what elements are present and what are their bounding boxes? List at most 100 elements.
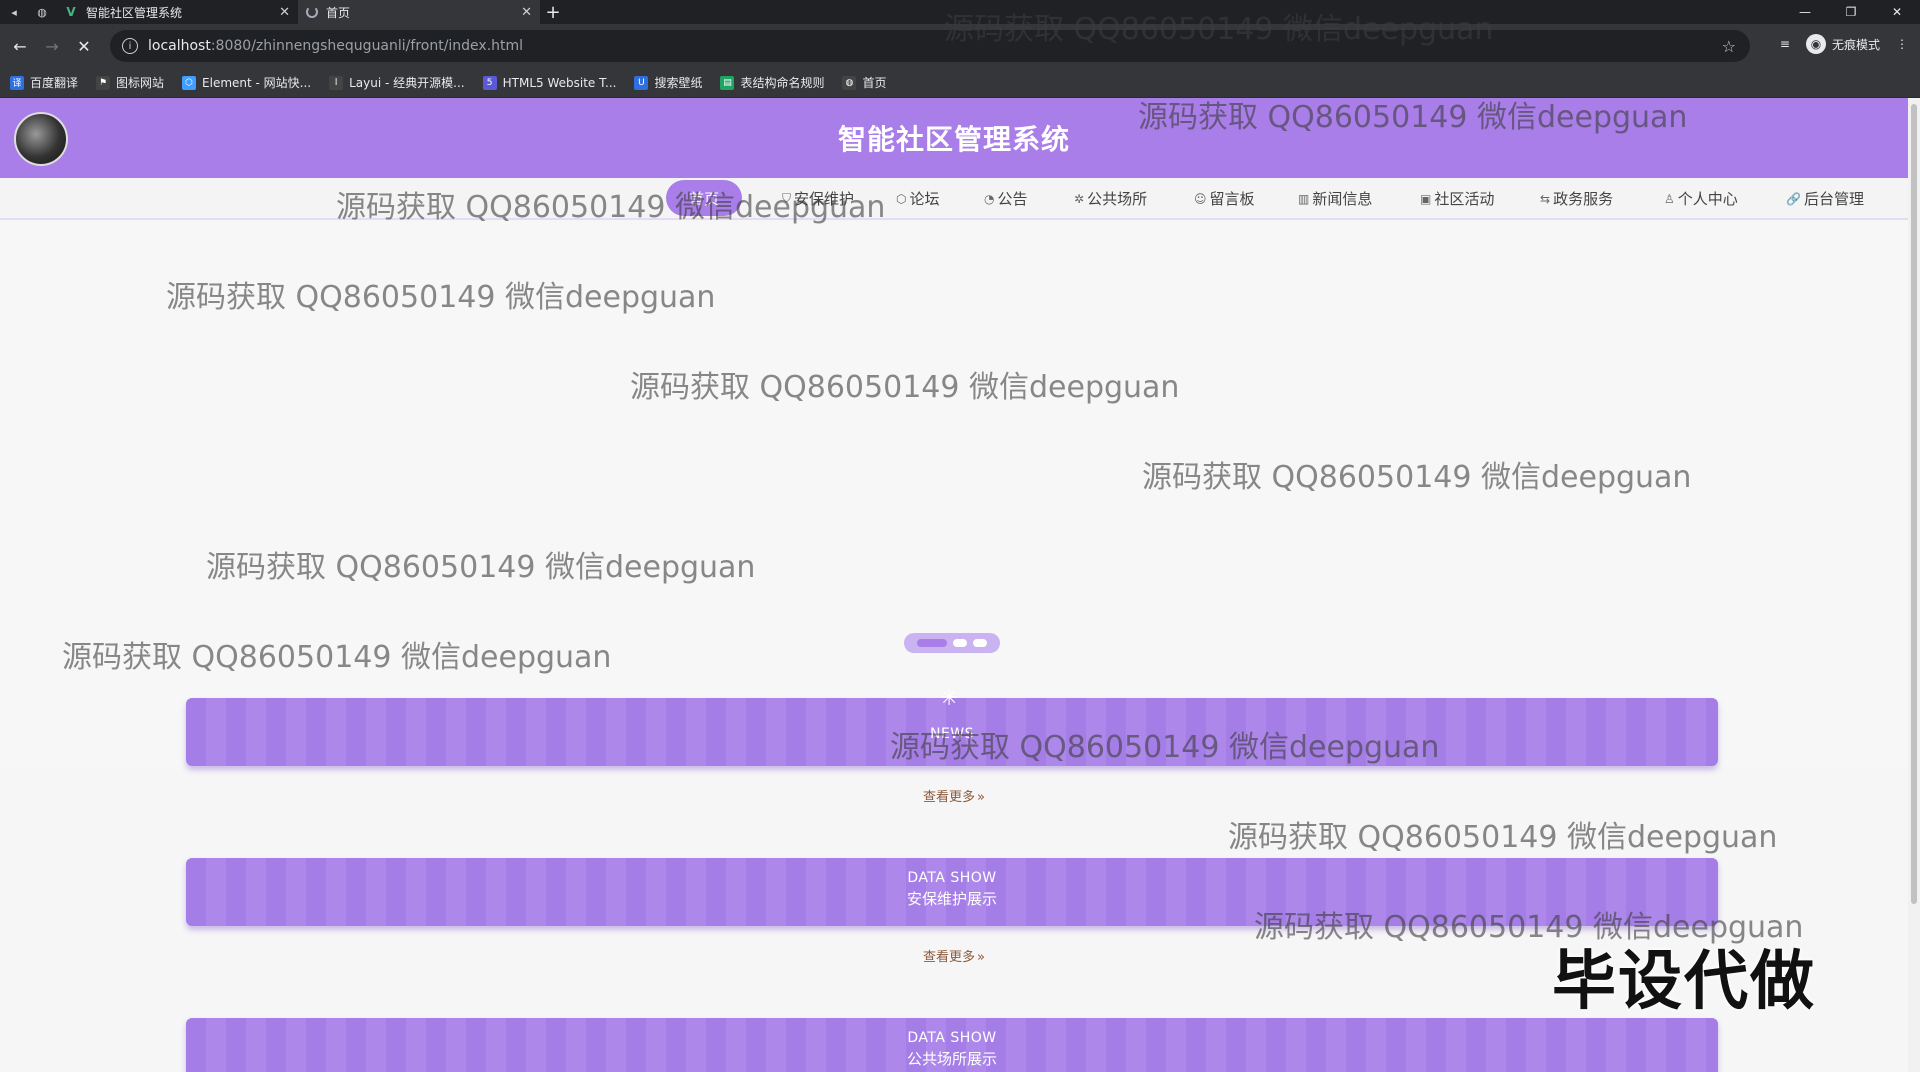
link-icon: 🔗 bbox=[1786, 191, 1801, 206]
nav-item-message-board[interactable]: ☺ 留言板 bbox=[1194, 188, 1255, 209]
url-host: localhost bbox=[148, 38, 211, 54]
menu-kebab-icon[interactable]: ⋮ bbox=[1896, 37, 1908, 51]
loading-spinner-icon bbox=[306, 6, 318, 18]
bookmark-item[interactable]: ▤ 表结构命名规则 bbox=[720, 74, 824, 91]
watermark-text: 源码获取 QQ86050149 微信deepguan bbox=[630, 370, 1180, 405]
main-nav: 首页 ⛉ 安保维护 ⬡ 论坛 ◔ 公告 ✲ 公共场所 ☺ 留言板 ▥ 新闻信息 ▣ 社区活动 … bbox=[0, 178, 1908, 220]
nav-label: 后台管理 bbox=[1803, 190, 1864, 208]
table-icon: ▤ bbox=[720, 75, 735, 90]
globe-icon: ◍ bbox=[37, 5, 47, 19]
incognito-icon: ◉ bbox=[1805, 34, 1826, 54]
scrollbar-thumb[interactable] bbox=[1911, 104, 1917, 904]
reading-list-icon[interactable]: ≡ bbox=[1780, 37, 1790, 51]
nav-label: 新闻信息 bbox=[1312, 190, 1373, 208]
bookmark-label: Element - 网站快... bbox=[202, 76, 312, 90]
new-tab-button[interactable]: + bbox=[540, 0, 566, 24]
watermark-text: 源码获取 QQ86050149 微信deepguan bbox=[336, 190, 886, 225]
stop-loading-icon[interactable]: ✕ bbox=[68, 30, 100, 62]
carousel-dot[interactable] bbox=[953, 639, 967, 647]
watermark-text: 源码获取 QQ86050149 微信deepguan bbox=[1138, 100, 1688, 135]
carousel-dot[interactable] bbox=[917, 639, 947, 647]
element-logo-icon: ⬡ bbox=[182, 75, 197, 90]
bookmark-label: 百度翻译 bbox=[30, 76, 79, 90]
nav-item-notice[interactable]: ◔ 公告 bbox=[984, 188, 1028, 209]
bookmark-item[interactable]: U 搜索壁纸 bbox=[634, 74, 702, 91]
section-title-zh: 公共场所展示 bbox=[906, 1050, 997, 1068]
nav-item-admin[interactable]: 🔗 后台管理 bbox=[1786, 188, 1864, 209]
bookmark-favicon-icon: 译 bbox=[10, 75, 24, 90]
incognito-indicator[interactable]: ◉ 无痕模式 bbox=[1805, 34, 1880, 54]
url-bar[interactable]: i localhost:8080/zhinnengshequguanli/fro… bbox=[110, 30, 1750, 62]
bookmark-item[interactable]: l Layui - 经典开源模... bbox=[329, 74, 465, 91]
message-icon: ☺ bbox=[1194, 191, 1207, 206]
back-icon[interactable]: ← bbox=[4, 30, 36, 62]
url-path: :8080/zhinnengshequguanli/front/index.ht… bbox=[210, 38, 524, 54]
watermark-text: 源码获取 QQ86050149 微信deepguan bbox=[166, 280, 716, 315]
close-tab-icon[interactable]: ✕ bbox=[521, 5, 532, 20]
loading-spinner-icon: ✳ bbox=[940, 686, 959, 711]
close-tab-icon[interactable]: ✕ bbox=[279, 5, 290, 20]
minimize-icon[interactable]: — bbox=[1782, 0, 1828, 24]
bookmark-star-icon[interactable]: ☆ bbox=[1722, 37, 1736, 56]
bookmark-label: 首页 bbox=[862, 76, 887, 90]
html5-icon: 5 bbox=[482, 75, 497, 90]
browser-tab[interactable]: V 智能社区管理系统 ✕ bbox=[56, 0, 298, 24]
bookmark-item[interactable]: ⚑ 图标网站 bbox=[96, 74, 164, 91]
watermark-text: 源码获取 QQ86050149 微信deepguan bbox=[1228, 820, 1778, 855]
bookmark-item[interactable]: 译百度翻译 bbox=[10, 74, 78, 91]
promo-stamp-text: 毕设代做 bbox=[1552, 945, 1816, 1019]
nav-item-forum[interactable]: ⬡ 论坛 bbox=[896, 188, 940, 209]
nav-label: 论坛 bbox=[909, 190, 940, 208]
watermark-text: 源码获取 QQ86050149 微信deepguan bbox=[890, 730, 1440, 765]
watermark-text: 源码获取 QQ86050149 微信deepguan bbox=[206, 550, 756, 585]
wallpaper-icon: U bbox=[634, 75, 649, 90]
bookmark-item[interactable]: ◍ 首页 bbox=[842, 74, 887, 91]
nav-item-personal-center[interactable]: ♙ 个人中心 bbox=[1664, 188, 1738, 209]
nav-label: 留言板 bbox=[1209, 190, 1255, 208]
incognito-label: 无痕模式 bbox=[1831, 37, 1880, 52]
bookmark-item[interactable]: ⬡ Element - 网站快... bbox=[182, 74, 311, 91]
carousel-indicators bbox=[904, 633, 1000, 653]
news-icon: ▥ bbox=[1298, 191, 1310, 206]
site-info-icon[interactable]: i bbox=[122, 38, 138, 54]
page-scrollbar[interactable] bbox=[1908, 98, 1920, 1072]
notice-icon: ◔ bbox=[984, 191, 995, 206]
nav-label: 公共场所 bbox=[1087, 190, 1148, 208]
service-icon: ⇆ bbox=[1540, 191, 1551, 206]
tab-search-icon[interactable]: ◂ bbox=[0, 0, 28, 24]
double-chevron-icon: » bbox=[977, 950, 985, 965]
globe-icon: ◍ bbox=[842, 75, 857, 90]
toolbar-right: ≡ ◉ 无痕模式 ⋮ bbox=[1780, 34, 1908, 54]
carousel-dot[interactable] bbox=[973, 639, 987, 647]
watermark-text: 源码获取 QQ86050149 微信deepguan bbox=[944, 12, 1494, 47]
nav-item-news[interactable]: ▥ 新闻信息 bbox=[1298, 188, 1372, 209]
nav-item-gov-services[interactable]: ⇆ 政务服务 bbox=[1540, 188, 1613, 209]
watermark-text: 源码获取 QQ86050149 微信deepguan bbox=[62, 640, 612, 675]
view-more-link[interactable]: 查看更多» bbox=[0, 786, 1908, 805]
window-controls: — ❐ ✕ bbox=[1782, 0, 1920, 24]
tab-title: 智能社区管理系统 bbox=[86, 5, 183, 20]
layui-logo-icon: l bbox=[329, 75, 344, 90]
restore-icon[interactable]: ❐ bbox=[1828, 0, 1874, 24]
vue-icon: V bbox=[66, 5, 76, 19]
nav-item-activities[interactable]: ▣ 社区活动 bbox=[1420, 188, 1494, 209]
bookmark-label: 图标网站 bbox=[116, 76, 165, 90]
forum-icon: ⬡ bbox=[896, 191, 907, 206]
nav-label: 个人中心 bbox=[1677, 190, 1738, 208]
watermark-text: 源码获取 QQ86050149 微信deepguan bbox=[1142, 460, 1692, 495]
close-window-icon[interactable]: ✕ bbox=[1874, 0, 1920, 24]
tab-title: 首页 bbox=[326, 5, 351, 20]
bookmark-item[interactable]: 5 HTML5 Website T... bbox=[482, 75, 616, 90]
user-icon: ♙ bbox=[1664, 191, 1675, 206]
section-title-en: DATA SHOW bbox=[907, 1030, 997, 1046]
view-more-label: 查看更多 bbox=[923, 950, 976, 965]
nav-label: 政务服务 bbox=[1553, 190, 1614, 208]
bookmark-label: Layui - 经典开源模... bbox=[349, 76, 465, 90]
nav-item-public-places[interactable]: ✲ 公共场所 bbox=[1074, 188, 1147, 209]
view-more-label: 查看更多 bbox=[923, 790, 976, 805]
flag-icon: ⚑ bbox=[96, 75, 111, 90]
activity-icon: ▣ bbox=[1420, 191, 1432, 206]
browser-tab-active[interactable]: 首页 ✕ bbox=[298, 0, 540, 24]
forward-icon[interactable]: → bbox=[36, 30, 68, 62]
section-title-en: DATA SHOW bbox=[907, 870, 997, 886]
